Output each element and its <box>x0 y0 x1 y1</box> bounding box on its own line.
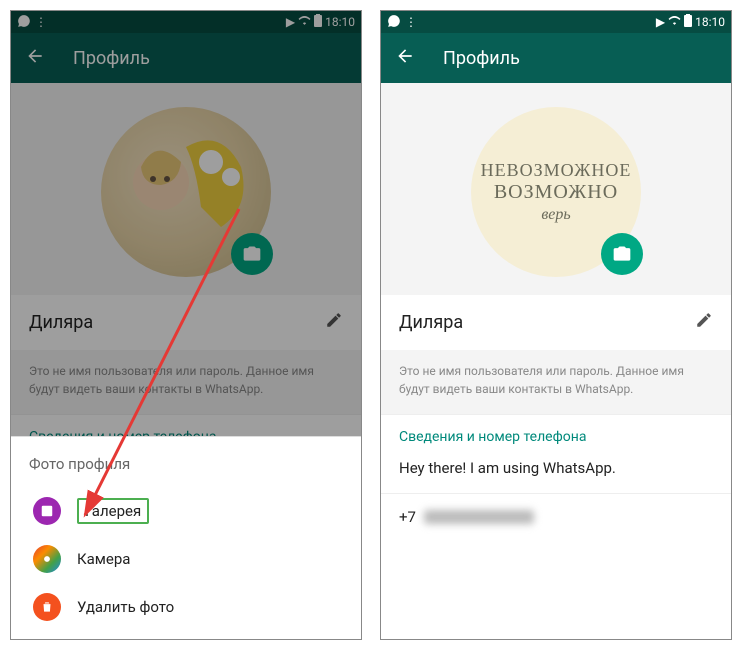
camera-fab[interactable] <box>231 233 273 275</box>
phone-screen-right: ⋮ ▶ 18:10 Профиль НЕВОЗМОЖНОЕ ВОЗМОЖНО в… <box>380 10 732 640</box>
status-time: 18:10 <box>325 15 355 29</box>
status-bar: ⋮ ▶ 18:10 <box>381 11 731 33</box>
avatar-text-1: НЕВОЗМОЖНОЕ <box>481 160 632 181</box>
name-helper-text: Это не имя пользователя или пароль. Данн… <box>11 350 361 414</box>
more-icon: ⋮ <box>405 15 417 29</box>
delete-icon <box>33 593 61 621</box>
about-text[interactable]: Hey there! I am using WhatsApp. <box>381 451 731 493</box>
camera-icon <box>33 545 61 573</box>
sheet-item-gallery[interactable]: Галерея <box>29 487 343 535</box>
profile-name: Диляра <box>399 312 463 333</box>
delete-label: Удалить фото <box>77 598 174 616</box>
battery-icon <box>314 14 322 30</box>
signal-icon: ▶ <box>286 15 295 29</box>
photo-bottom-sheet: Фото профиля Галерея Камера Удалить фото <box>11 436 361 639</box>
back-icon[interactable] <box>25 46 45 71</box>
battery-icon <box>684 14 692 30</box>
avatar-text-2: ВОЗМОЖНО <box>494 181 618 204</box>
status-time: 18:10 <box>695 15 725 29</box>
phone-number-blurred <box>424 510 534 524</box>
avatar-text-3: верь <box>541 206 570 224</box>
wifi-icon <box>298 14 311 30</box>
signal-icon: ▶ <box>656 15 665 29</box>
back-icon[interactable] <box>395 46 415 71</box>
camera-fab[interactable] <box>601 233 643 275</box>
edit-icon[interactable] <box>325 311 343 334</box>
header-title: Профиль <box>443 48 520 69</box>
profile-content: НЕВОЗМОЖНОЕ ВОЗМОЖНО верь Диляра Это не … <box>381 83 731 540</box>
name-row[interactable]: Диляра <box>11 295 361 350</box>
sheet-item-delete[interactable]: Удалить фото <box>29 583 343 631</box>
name-row[interactable]: Диляра <box>381 295 731 350</box>
profile-name: Диляра <box>29 312 93 333</box>
gallery-icon <box>33 497 61 525</box>
gallery-label: Галерея <box>77 498 149 524</box>
wifi-icon <box>668 14 681 30</box>
header-title: Профиль <box>73 48 150 69</box>
name-helper-text: Это не имя пользователя или пароль. Данн… <box>381 350 731 414</box>
more-icon: ⋮ <box>35 15 47 29</box>
sheet-title: Фото профиля <box>29 455 343 473</box>
whatsapp-icon <box>17 14 31 31</box>
app-header: Профиль <box>11 33 361 83</box>
section-title: Сведения и номер телефона <box>381 414 731 451</box>
sheet-item-camera[interactable]: Камера <box>29 535 343 583</box>
phone-prefix: +7 <box>399 508 416 526</box>
camera-label: Камера <box>77 550 130 568</box>
whatsapp-icon <box>387 14 401 31</box>
phone-number-row[interactable]: +7 <box>381 493 731 540</box>
app-header: Профиль <box>381 33 731 83</box>
edit-icon[interactable] <box>695 311 713 334</box>
phone-screen-left: ⋮ ▶ 18:10 Профиль <box>10 10 362 640</box>
status-bar: ⋮ ▶ 18:10 <box>11 11 361 33</box>
